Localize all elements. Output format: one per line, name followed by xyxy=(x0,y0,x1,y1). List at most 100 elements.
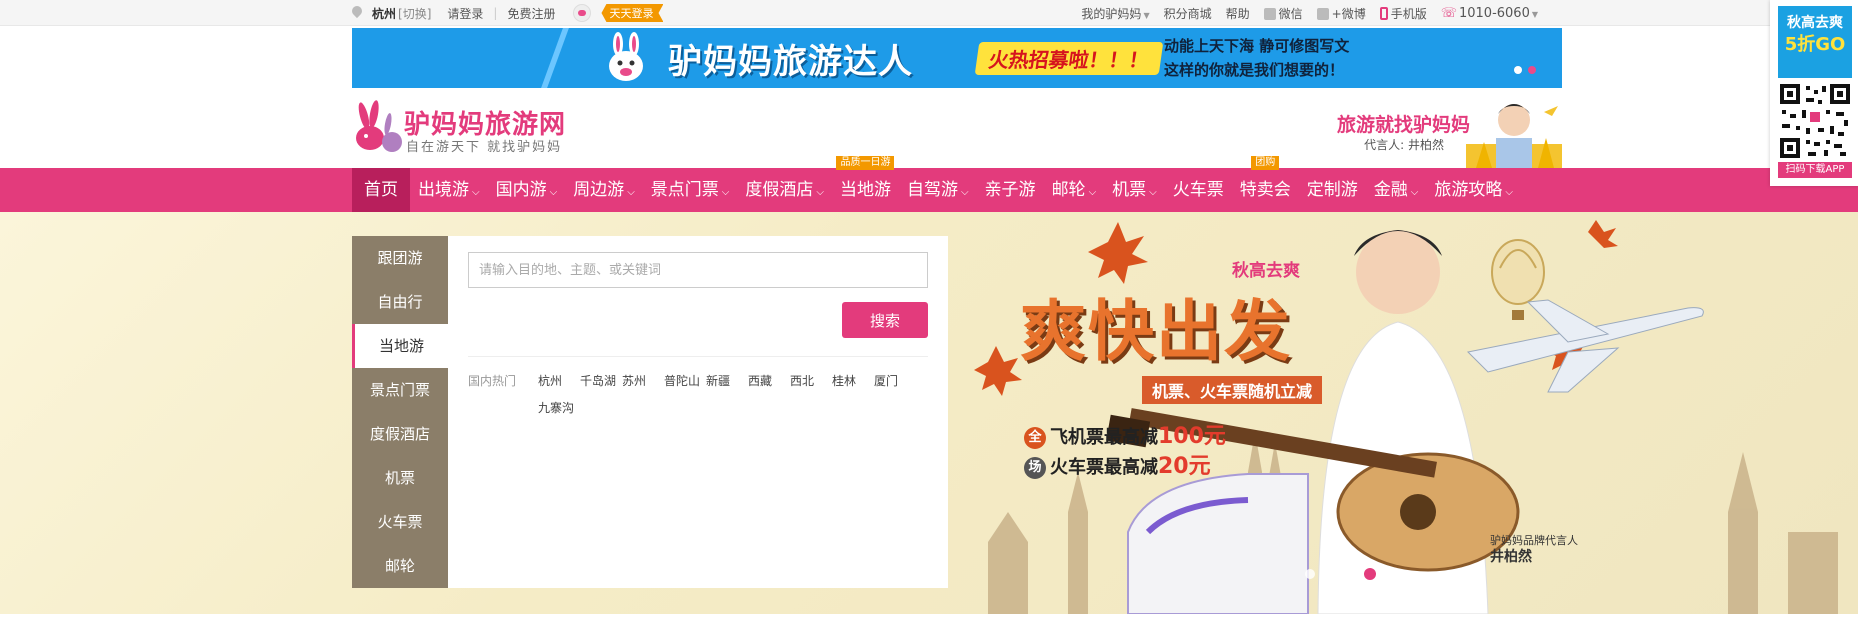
carousel-dot[interactable] xyxy=(1514,66,1522,74)
spokesperson-label: 代言人: 井柏然 xyxy=(1364,138,1444,152)
divider xyxy=(468,356,928,357)
main-nav: 首页 出境游 ⌵ 国内游 ⌵ 周边游 ⌵ 景点门票 ⌵ 度假酒店 ⌵ 当地游 品质一日游 自驾游 ⌵ 亲子游邮… xyxy=(0,156,1858,212)
qr-code-icon[interactable] xyxy=(1778,82,1852,160)
mobile-link[interactable]: 手机版 xyxy=(1379,5,1427,22)
spokesperson-photo[interactable] xyxy=(1466,94,1562,168)
hot-destination-link[interactable]: 新疆 xyxy=(706,372,748,389)
nav-item[interactable]: 当地游 品质一日游 xyxy=(832,156,899,212)
qr-floater[interactable]: 秋高去爽 5折GO 扫码下载APP xyxy=(1770,0,1858,186)
chevron-down-icon: ▼ xyxy=(1143,10,1150,20)
download-app-label: 扫码下载APP xyxy=(1778,162,1852,178)
bunny-mascot-icon xyxy=(609,32,643,81)
switch-city-link[interactable]: [切换] xyxy=(398,5,431,22)
nav-item[interactable]: 度假酒店 ⌵ xyxy=(737,168,832,212)
help-link[interactable]: 帮助 xyxy=(1226,5,1250,22)
hot-destination-link[interactable]: 西藏 xyxy=(748,372,790,389)
nav-item[interactable]: 旅游攻略 ⌵ xyxy=(1426,168,1521,212)
hero-sub-banner: 机票、火车票随机立减 xyxy=(1142,376,1323,404)
nav-item-label: 金融 xyxy=(1373,180,1408,200)
nav-item-label: 特卖会 xyxy=(1239,180,1291,200)
hot-destination-link[interactable]: 九寨沟 xyxy=(538,399,580,416)
slogan: 旅游就找驴妈妈 xyxy=(1336,114,1470,136)
points-mall-link[interactable]: 积分商城 xyxy=(1164,5,1212,22)
nav-item-label: 首页 xyxy=(364,180,398,200)
promo-tag: 火热招募啦！！！ xyxy=(974,42,1164,75)
banner-stripe-decoration xyxy=(541,28,569,88)
chevron-down-icon: ⌵ xyxy=(960,187,969,198)
side-menu-item[interactable]: 火车票 xyxy=(352,500,448,544)
wechat-icon xyxy=(1263,7,1276,20)
hot-destination-link[interactable]: 杭州 xyxy=(538,372,580,389)
carousel-dot-active[interactable] xyxy=(1528,66,1536,74)
nav-badge: 团购 xyxy=(1251,156,1280,170)
search-button[interactable]: 搜索 xyxy=(842,302,928,338)
nav-item[interactable]: 机票 ⌵ xyxy=(1104,168,1165,212)
my-account-link[interactable]: 我的驴妈妈 ▼ xyxy=(1081,5,1149,22)
side-menu-item[interactable]: 跟团游 xyxy=(352,236,448,280)
nav-item-label: 邮轮 xyxy=(1051,180,1086,200)
qr-promo: 秋高去爽 5折GO xyxy=(1778,6,1852,78)
offer-2-text: 火车票最高减 xyxy=(1050,457,1158,478)
chevron-down-icon: ⌵ xyxy=(721,187,730,198)
hero-offer-2: 场火车票最高减20元 xyxy=(1024,448,1211,480)
nav-item-label: 景点门票 xyxy=(650,180,719,200)
nav-item-label: 火车票 xyxy=(1172,180,1224,200)
weibo-icon xyxy=(1316,7,1329,20)
hero-offer-1: 全飞机票最高减100元 xyxy=(1024,418,1226,450)
nav-item[interactable]: 景点门票 ⌵ xyxy=(643,168,738,212)
nav-item[interactable]: 邮轮 ⌵ xyxy=(1044,168,1105,212)
hot-destination-link[interactable]: 厦门 xyxy=(874,372,916,389)
hot-destination-link[interactable]: 千岛湖 xyxy=(580,372,622,389)
promo-line-2: 这样的你就是我们想要的！ xyxy=(1164,61,1345,79)
hot-destination-link[interactable]: 桂林 xyxy=(832,372,874,389)
nav-item[interactable]: 定制游 xyxy=(1299,168,1366,212)
hot-destination-link[interactable]: 苏州 xyxy=(622,372,664,389)
search-input[interactable] xyxy=(468,252,928,288)
nav-item-label: 出境游 xyxy=(418,180,469,200)
side-menu-item[interactable]: 度假酒店 xyxy=(352,412,448,456)
top-bar: 杭州 [切换] 请登录 | 免费注册 天天登录 我的驴妈妈 ▼ 积分商城 帮助 微… xyxy=(0,0,1858,26)
nav-item[interactable]: 周边游 ⌵ xyxy=(565,168,643,212)
wechat-link[interactable]: 微信 xyxy=(1263,5,1303,22)
nav-item[interactable]: 出境游 ⌵ xyxy=(410,168,488,212)
chevron-down-icon: ⌵ xyxy=(472,187,480,198)
chevron-down-icon: ⌵ xyxy=(816,187,824,198)
nav-item[interactable]: 国内游 ⌵ xyxy=(488,168,566,212)
nav-item[interactable]: 亲子游 xyxy=(977,168,1044,212)
chevron-down-icon: ⌵ xyxy=(627,187,635,198)
hot-destination-link[interactable]: 普陀山 xyxy=(664,372,706,389)
brand-name: 井柏然 xyxy=(1490,549,1532,565)
login-link[interactable]: 请登录 xyxy=(447,5,483,22)
register-link[interactable]: 免费注册 xyxy=(507,5,555,22)
side-menu-item[interactable]: 邮轮 xyxy=(352,544,448,588)
current-city: 杭州 xyxy=(372,6,397,21)
hotline[interactable]: ☏ 1010-6060 ▼ xyxy=(1441,6,1538,21)
chevron-down-icon: ⌵ xyxy=(1149,187,1157,198)
side-menu-item[interactable]: 当地游 xyxy=(352,324,448,368)
carousel-dots xyxy=(1514,66,1536,74)
donkey-logo-icon[interactable] xyxy=(352,100,404,156)
site-tagline: 自在游天下 就找驴妈妈 xyxy=(406,140,563,155)
nav-item[interactable]: 自驾游 ⌵ xyxy=(899,168,977,212)
nav-item[interactable]: 首页 xyxy=(352,168,410,212)
nav-item[interactable]: 金融 ⌵ xyxy=(1366,168,1427,212)
offer-2-value: 20元 xyxy=(1158,454,1211,479)
promo-banner[interactable]: 驴妈妈旅游达人 火热招募啦！！！ 动能上天下海 静可修图写文 这样的你就是我们想… xyxy=(352,28,1562,88)
hero-main-title: 爽快出发 xyxy=(1020,293,1292,370)
nav-item-label: 自驾游 xyxy=(906,180,958,200)
offer-1-text: 飞机票最高减 xyxy=(1050,427,1158,448)
nav-item[interactable]: 特卖会 团购 xyxy=(1232,156,1299,212)
side-menu-item[interactable]: 机票 xyxy=(352,456,448,500)
nav-item[interactable]: 火车票 xyxy=(1165,168,1232,212)
chevron-down-icon: ⌵ xyxy=(1410,187,1419,198)
side-menu-item[interactable]: 景点门票 xyxy=(352,368,448,412)
nav-item-label: 机票 xyxy=(1112,180,1147,200)
side-menu-item[interactable]: 自由行 xyxy=(352,280,448,324)
promo-line-1: 动能上天下海 静可修图写文 xyxy=(1164,37,1350,55)
hot-destination-link[interactable]: 西北 xyxy=(790,372,832,389)
daily-login-badge[interactable]: 天天登录 xyxy=(601,4,664,22)
top-bar-right: 我的驴妈妈 ▼ 积分商城 帮助 微信 +微博 手机版 ☏ 1010-6060 ▼ xyxy=(1081,0,1538,26)
nav-badge: 品质一日游 xyxy=(836,156,895,170)
weibo-link[interactable]: +微博 xyxy=(1316,5,1366,22)
nav-item-label: 度假酒店 xyxy=(745,180,814,200)
